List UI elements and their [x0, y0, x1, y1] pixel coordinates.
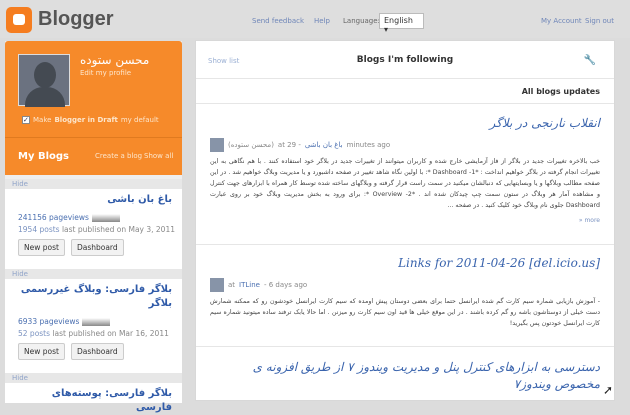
brand-name[interactable]: Blogger [38, 8, 114, 31]
post-at: at 29 - [277, 141, 301, 149]
divider [196, 244, 614, 245]
posts-link[interactable]: 52 posts [18, 329, 50, 338]
blog-card: Hide بلاگر فارسی: پوسته‌های فارسی [5, 373, 182, 413]
post-excerpt: خب بالاخره تغییرات جدید در بلاگر از فاز … [210, 158, 600, 209]
feed-post: انقلاب نارنجی در بلاگر (محسن ستوده) at 29… [196, 115, 614, 224]
send-feedback-link[interactable]: Send feedback [252, 17, 304, 25]
top-bar: Blogger Send feedback Help Language: Eng… [0, 0, 630, 38]
draft-prefix: Make [33, 116, 52, 124]
post-title[interactable]: دسترسی به ابزارهای کنترل پنل و مدیریت وی… [210, 359, 600, 393]
blogger-logo-icon[interactable] [6, 7, 32, 33]
my-account-link[interactable]: My Account [541, 17, 582, 25]
help-link[interactable]: Help [314, 17, 330, 25]
sparkline-chart [91, 213, 120, 222]
feed-post: دسترسی به ابزارهای کنترل پنل و مدیریت وی… [196, 359, 614, 393]
divider [196, 78, 614, 79]
draft-default-option: ✓ Make Blogger in Draft my default [22, 116, 159, 124]
sparkline-chart [82, 317, 111, 326]
show-all-link[interactable]: Show all [144, 152, 173, 160]
divider [196, 346, 614, 347]
sidebar: محسن ستوده Edit my profile ✓ Make Blogge… [5, 41, 182, 413]
hide-link[interactable]: Hide [5, 179, 182, 189]
avatar[interactable] [18, 54, 70, 107]
pageviews-link[interactable]: 6933 pageviews [18, 317, 79, 326]
dashboard-button[interactable]: Dashboard [70, 239, 124, 256]
post-author: (محسن ستوده) [228, 141, 274, 149]
divider [5, 137, 182, 138]
post-time: - 6 days ago [263, 281, 308, 289]
post-title[interactable]: انقلاب نارنجی در بلاگر [210, 115, 601, 132]
post-at: at [228, 281, 236, 289]
author-avatar [210, 278, 224, 292]
blog-title[interactable]: بلاگر فارسی: پوسته‌های فارسی [5, 383, 182, 415]
language-label: Language: [343, 17, 380, 25]
mouse-cursor-icon: ➚ [603, 383, 614, 397]
following-panel: Show list Blogs I'm following 🔧 All blog… [195, 40, 615, 401]
post-blog-link[interactable]: باغ بان باشی [305, 141, 343, 149]
hide-link[interactable]: Hide [5, 269, 182, 279]
last-published: last published on Mar 16, 2011 [52, 329, 169, 338]
blog-card: Hide باغ بان باشی 241156 pageviews 1954 … [5, 179, 182, 269]
create-blog-link[interactable]: Create a blog [95, 152, 142, 160]
draft-suffix: my default [120, 116, 159, 124]
sign-out-link[interactable]: Sign out [585, 17, 614, 25]
chevron-down-icon: ▾ [384, 25, 389, 34]
post-excerpt: - آموزش بازیابی شماره سیم کارت گم شده ای… [210, 298, 600, 327]
profile-name[interactable]: محسن ستوده [80, 53, 149, 67]
draft-default-checkbox[interactable]: ✓ [22, 116, 30, 124]
edit-profile-link[interactable]: Edit my profile [80, 69, 131, 77]
hide-link[interactable]: Hide [5, 373, 182, 383]
pageviews-link[interactable]: 241156 pageviews [18, 213, 89, 222]
language-select[interactable]: English ▾ [379, 13, 424, 34]
new-post-button[interactable]: New post [18, 343, 65, 360]
profile-panel: محسن ستوده Edit my profile ✓ Make Blogge… [5, 41, 182, 175]
author-avatar [210, 138, 224, 152]
all-blogs-updates-heading: All blogs updates [521, 87, 600, 96]
post-time: minutes ago [346, 141, 391, 149]
dashboard-button[interactable]: Dashboard [70, 343, 124, 360]
divider [196, 103, 614, 104]
post-title[interactable]: [Links for 2011-04-26 [del.icio.us [210, 255, 600, 272]
posts-link[interactable]: 1954 posts [18, 225, 60, 234]
language-value: English [384, 16, 413, 25]
blog-title[interactable]: باغ بان باشی [5, 189, 182, 207]
wrench-icon[interactable]: 🔧 [584, 55, 596, 66]
post-blog-link[interactable]: ITLine [239, 281, 260, 289]
last-published: last published on May 3, 2011 [61, 225, 175, 234]
draft-bold: Blogger in Draft [54, 116, 118, 124]
panel-title: Blogs I'm following [356, 55, 454, 65]
feed-post: [Links for 2011-04-26 [del.icio.us at ITL… [196, 255, 614, 329]
blog-title[interactable]: بلاگر فارسی: وبلاگ غیررسمی بلاگر [5, 279, 182, 311]
more-link[interactable]: » more [210, 217, 600, 224]
blog-card: Hide بلاگر فارسی: وبلاگ غیررسمی بلاگر 69… [5, 269, 182, 373]
new-post-button[interactable]: New post [18, 239, 65, 256]
my-blogs-heading: My Blogs [18, 151, 69, 162]
